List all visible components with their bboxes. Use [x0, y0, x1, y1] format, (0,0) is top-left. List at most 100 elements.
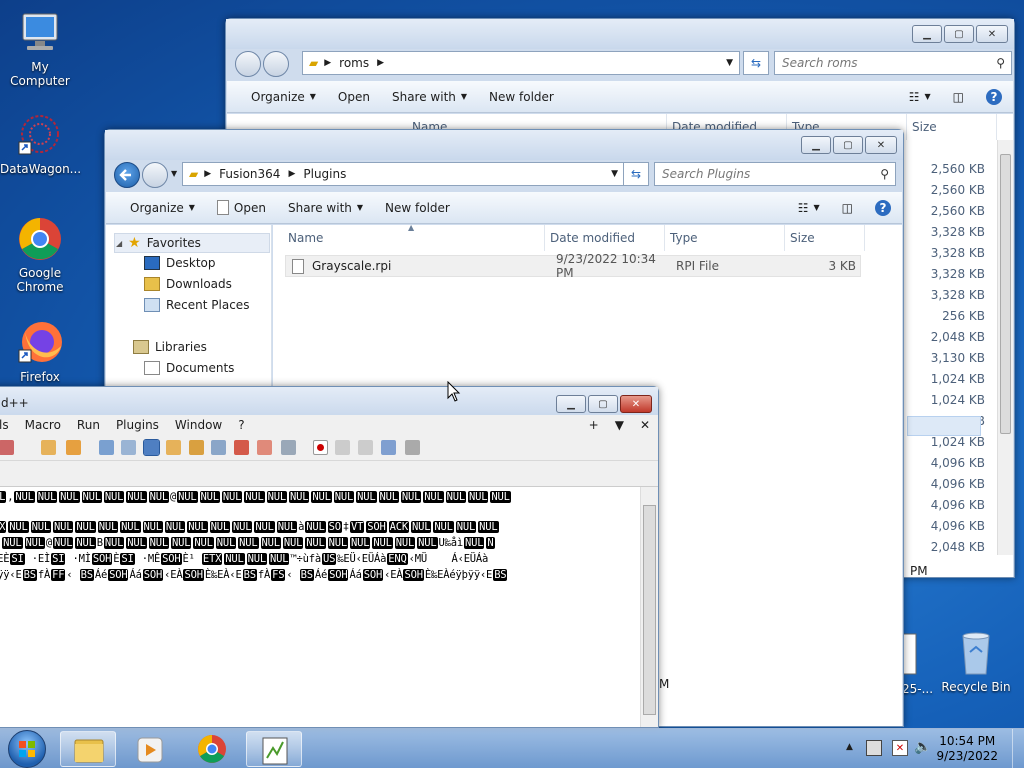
- toolbar-monitor-icon[interactable]: [281, 440, 296, 455]
- roms-forward-button[interactable]: [263, 51, 289, 77]
- plugins-title-bar[interactable]: [105, 130, 903, 160]
- breadcrumb-plugins[interactable]: Plugins: [303, 167, 346, 181]
- show-hidden-icons-button[interactable]: ▲: [846, 742, 853, 752]
- column-header-size[interactable]: Size: [907, 114, 997, 140]
- column-header-size[interactable]: Size: [785, 225, 865, 251]
- nav-documents[interactable]: Documents: [144, 361, 234, 375]
- system-clock[interactable]: 10:54 PM 9/23/2022: [936, 734, 998, 764]
- roms-organize-button[interactable]: Organize ▼: [227, 81, 327, 112]
- scrollbar-thumb[interactable]: [1000, 154, 1011, 434]
- toolbar-run-multiple-icon[interactable]: [381, 440, 396, 455]
- column-header-type[interactable]: Type: [665, 225, 785, 251]
- desktop-icon-google-chrome[interactable]: Google Chrome: [0, 216, 80, 294]
- menu-macro[interactable]: Macro: [17, 418, 69, 432]
- plugins-organize-button[interactable]: Organize ▼: [106, 192, 206, 223]
- breadcrumb-roms[interactable]: roms: [339, 56, 369, 70]
- taskbar-notepad-button[interactable]: [246, 731, 302, 767]
- plugins-minimize-button[interactable]: ▁: [801, 136, 831, 154]
- toolbar-all-chars-icon[interactable]: [143, 439, 160, 456]
- nav-recent-places[interactable]: Recent Places: [144, 298, 249, 312]
- preview-pane-icon[interactable]: ◫: [831, 192, 864, 223]
- roms-maximize-button[interactable]: ▢: [944, 25, 974, 43]
- toolbar-redo-icon[interactable]: [0, 440, 14, 455]
- toolbar-func-list-icon[interactable]: [234, 440, 249, 455]
- address-dropdown-icon[interactable]: ▼: [726, 58, 733, 68]
- toolbar-wrap-icon[interactable]: [121, 440, 136, 455]
- nav-libraries[interactable]: Libraries: [133, 340, 207, 354]
- roms-title-bar[interactable]: [226, 19, 1014, 49]
- plugins-share-with-button[interactable]: Share with ▼: [277, 192, 374, 223]
- notepad-plus-plus-window[interactable]: d++ ▁ ▢ ✕ ls Macro Run Plugins Window ? …: [0, 386, 659, 728]
- start-button[interactable]: [8, 730, 46, 768]
- help-icon[interactable]: ?: [864, 192, 902, 223]
- roms-minimize-button[interactable]: ▁: [912, 25, 942, 43]
- scrollbar-thumb[interactable]: [643, 505, 656, 715]
- desktop-file-partial[interactable]: 25-...: [901, 632, 933, 696]
- toolbar-zoom-icon[interactable]: [99, 440, 114, 455]
- search-icon[interactable]: ⚲: [880, 167, 889, 181]
- roms-new-folder-button[interactable]: New folder: [478, 81, 565, 112]
- roms-address-bar[interactable]: ▰ ▶ roms ▶ ▼: [302, 51, 740, 75]
- toolbar-stop-macro-icon[interactable]: [335, 440, 350, 455]
- menu-plugins[interactable]: Plugins: [108, 418, 167, 432]
- roms-close-button[interactable]: ✕: [976, 25, 1008, 43]
- network-icon[interactable]: [866, 740, 882, 756]
- toolbar-lang-icon[interactable]: [189, 440, 204, 455]
- roms-back-button[interactable]: [235, 51, 261, 77]
- plugins-maximize-button[interactable]: ▢: [833, 136, 863, 154]
- menu-window[interactable]: Window: [167, 418, 230, 432]
- taskbar-explorer-button[interactable]: [60, 731, 116, 767]
- roms-open-button[interactable]: Open: [327, 81, 381, 112]
- menu-help[interactable]: ?: [230, 418, 252, 432]
- toolbar-replace-icon[interactable]: [66, 440, 81, 455]
- taskbar-media-player-button[interactable]: [122, 731, 178, 767]
- taskbar-chrome-button[interactable]: [184, 731, 240, 767]
- toolbar-indent-icon[interactable]: [166, 440, 181, 455]
- desktop-icon-my-computer[interactable]: My Computer: [0, 10, 80, 88]
- action-center-icon[interactable]: ✕: [892, 740, 908, 756]
- menu-run[interactable]: Run: [69, 418, 108, 432]
- plugins-back-button[interactable]: [114, 162, 140, 188]
- vertical-scrollbar[interactable]: [997, 140, 1013, 555]
- roms-search-input[interactable]: Search roms ⚲: [774, 51, 1012, 75]
- roms-share-with-button[interactable]: Share with ▼: [381, 81, 478, 112]
- toolbar-find-icon[interactable]: [41, 440, 56, 455]
- preview-pane-icon[interactable]: ◫: [942, 81, 975, 112]
- plugins-forward-button[interactable]: [142, 162, 168, 188]
- file-row[interactable]: Grayscale.rpi 9/23/2022 10:34 PM RPI Fil…: [285, 252, 861, 280]
- editor-text-area[interactable]: UL,NULNULNULNULNULNULNUL@NULNULNULNULNUL…: [0, 487, 640, 727]
- close-document-icon[interactable]: ✕: [632, 418, 658, 432]
- recent-pages-dropdown-icon[interactable]: ▼: [171, 169, 177, 178]
- plugins-address-bar[interactable]: ▰ ▶ Fusion364 ▶ Plugins ▼: [182, 162, 625, 186]
- notepad-maximize-button[interactable]: ▢: [588, 395, 618, 413]
- view-options-icon[interactable]: ☷ ▼: [898, 81, 942, 112]
- roms-refresh-button[interactable]: ⇆: [743, 51, 769, 75]
- toolbar-record-macro-icon[interactable]: [313, 440, 328, 455]
- menu-settings[interactable]: ls: [0, 418, 17, 432]
- nav-favorites[interactable]: ◢ ★ Favorites: [116, 235, 201, 251]
- nav-desktop[interactable]: Desktop: [144, 256, 216, 270]
- tab-list-icon[interactable]: ▼: [607, 418, 632, 432]
- toolbar-doc-map-icon[interactable]: [211, 440, 226, 455]
- plugins-search-input[interactable]: Search Plugins ⚲: [654, 162, 896, 186]
- toolbar-folder-icon[interactable]: [257, 440, 272, 455]
- editor-vertical-scrollbar[interactable]: [640, 487, 658, 727]
- address-dropdown-icon[interactable]: ▼: [611, 169, 618, 179]
- toolbar-play-macro-icon[interactable]: [358, 440, 373, 455]
- show-desktop-button[interactable]: [1012, 729, 1024, 768]
- search-icon[interactable]: ⚲: [996, 56, 1005, 70]
- plugins-open-button[interactable]: Open: [206, 192, 277, 223]
- nav-downloads[interactable]: Downloads: [144, 277, 232, 291]
- plugins-refresh-button[interactable]: ⇆: [623, 162, 649, 186]
- new-tab-icon[interactable]: +: [581, 418, 607, 432]
- desktop-icon-firefox[interactable]: Firefox: [0, 320, 80, 384]
- view-options-icon[interactable]: ☷ ▼: [787, 192, 831, 223]
- notepad-minimize-button[interactable]: ▁: [556, 395, 586, 413]
- help-icon[interactable]: ?: [975, 81, 1013, 112]
- notepad-close-button[interactable]: ✕: [620, 395, 652, 413]
- toolbar-save-macro-icon[interactable]: [405, 440, 420, 455]
- desktop-icon-recycle-bin[interactable]: Recycle Bin: [936, 630, 1016, 694]
- breadcrumb-fusion364[interactable]: Fusion364: [219, 167, 280, 181]
- plugins-new-folder-button[interactable]: New folder: [374, 192, 461, 223]
- volume-icon[interactable]: 🔈: [914, 739, 931, 755]
